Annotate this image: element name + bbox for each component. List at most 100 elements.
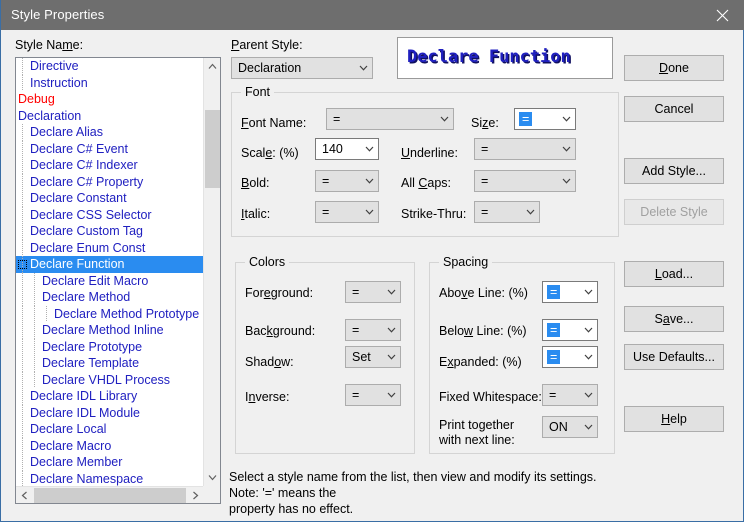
spacing-group-caption: Spacing bbox=[439, 255, 492, 269]
above-line-combo[interactable]: = bbox=[542, 281, 598, 303]
print-together-label-line2: with next line: bbox=[439, 433, 515, 447]
chevron-down-icon[interactable] bbox=[558, 146, 575, 152]
shadow-label: Shadow: bbox=[245, 355, 294, 369]
save-button[interactable]: Save... bbox=[624, 306, 724, 332]
tree-item[interactable]: Declare IDL Library bbox=[16, 388, 204, 405]
cancel-button[interactable]: Cancel bbox=[624, 96, 724, 122]
chevron-down-icon[interactable] bbox=[383, 289, 400, 295]
underline-combo[interactable]: = bbox=[474, 138, 576, 160]
tree-indent-guide bbox=[22, 454, 23, 471]
chevron-down-icon[interactable] bbox=[558, 178, 575, 184]
below-line-combo[interactable]: = bbox=[542, 319, 598, 341]
foreground-value: = bbox=[346, 285, 383, 299]
chevron-down-icon[interactable] bbox=[580, 327, 597, 333]
scroll-right-icon[interactable] bbox=[187, 487, 204, 504]
done-button[interactable]: Done bbox=[624, 55, 724, 81]
tree-item-label: Declare Local bbox=[30, 422, 106, 436]
chevron-down-icon[interactable] bbox=[580, 392, 597, 398]
below-line-label: Below Line: (%) bbox=[439, 324, 527, 338]
tree-indent-guide bbox=[22, 223, 23, 240]
tree-item[interactable]: Declare Constant bbox=[16, 190, 204, 207]
tree-item[interactable]: Declare Local bbox=[16, 421, 204, 438]
font-name-combo[interactable]: = bbox=[326, 108, 454, 130]
strike-thru-combo[interactable]: = bbox=[474, 201, 540, 223]
use-defaults-button[interactable]: Use Defaults... bbox=[624, 344, 724, 370]
tree-indent-guide bbox=[22, 405, 23, 422]
tree-item[interactable]: Declare Method Prototype bbox=[16, 306, 204, 323]
chevron-down-icon[interactable] bbox=[361, 146, 378, 152]
tree-item[interactable]: Declare VHDL Process bbox=[16, 372, 204, 389]
print-together-label-line1: Print together bbox=[439, 418, 514, 432]
print-together-combo[interactable]: ON bbox=[542, 416, 598, 438]
status-line-2: property has no effect. bbox=[229, 501, 619, 517]
scroll-down-icon[interactable] bbox=[204, 469, 221, 486]
chevron-down-icon[interactable] bbox=[522, 209, 539, 215]
delete-style-button[interactable]: Delete Style bbox=[624, 199, 724, 225]
background-combo[interactable]: = bbox=[345, 319, 401, 341]
list-vertical-scrollbar[interactable] bbox=[203, 58, 220, 486]
scale-combo[interactable]: 140 bbox=[315, 138, 379, 160]
tree-item[interactable]: Declare Macro bbox=[16, 438, 204, 455]
tree-item[interactable]: Declare Method bbox=[16, 289, 204, 306]
scroll-up-icon[interactable] bbox=[204, 58, 221, 75]
chevron-down-icon[interactable] bbox=[355, 65, 372, 71]
tree-item[interactable]: Declare Function bbox=[16, 256, 204, 273]
style-name-list[interactable]: DirectiveInstructionDebugDeclarationDecl… bbox=[15, 57, 221, 504]
fixed-whitespace-value: = bbox=[543, 388, 580, 402]
tree-item[interactable]: Declare Edit Macro bbox=[16, 273, 204, 290]
expanded-combo[interactable]: = bbox=[542, 346, 598, 368]
tree-item[interactable]: Declare Custom Tag bbox=[16, 223, 204, 240]
tree-item[interactable]: Declare Enum Const bbox=[16, 240, 204, 257]
tree-item[interactable]: Declare Method Inline bbox=[16, 322, 204, 339]
parent-style-combo[interactable]: Declaration bbox=[231, 57, 373, 79]
background-value: = bbox=[346, 323, 383, 337]
chevron-down-icon[interactable] bbox=[383, 327, 400, 333]
scroll-left-icon[interactable] bbox=[16, 487, 33, 504]
tree-item[interactable]: Instruction bbox=[16, 75, 204, 92]
strike-thru-value: = bbox=[475, 205, 522, 219]
horizontal-scroll-thumb[interactable] bbox=[34, 488, 186, 503]
chevron-down-icon[interactable] bbox=[383, 354, 400, 360]
shadow-combo[interactable]: Set bbox=[345, 346, 401, 368]
vertical-scroll-thumb[interactable] bbox=[205, 110, 221, 188]
close-icon[interactable] bbox=[699, 0, 744, 30]
tree-item-label: Declare Namespace bbox=[30, 472, 143, 486]
tree-item[interactable]: Declare C# Indexer bbox=[16, 157, 204, 174]
tree-item[interactable]: Declare Prototype bbox=[16, 339, 204, 356]
tree-item[interactable]: Declare IDL Module bbox=[16, 405, 204, 422]
tree-item[interactable]: Declare Member bbox=[16, 454, 204, 471]
chevron-down-icon[interactable] bbox=[436, 116, 453, 122]
title-bar: Style Properties bbox=[1, 0, 744, 30]
tree-item[interactable]: Declare Template bbox=[16, 355, 204, 372]
tree-item[interactable]: Declare C# Event bbox=[16, 141, 204, 158]
chevron-down-icon[interactable] bbox=[580, 289, 597, 295]
tree-item[interactable]: Declaration bbox=[16, 108, 204, 125]
load-button[interactable]: Load... bbox=[624, 261, 724, 287]
help-button[interactable]: Help bbox=[624, 406, 724, 432]
tree-item[interactable]: Debug bbox=[16, 91, 204, 108]
tree-item[interactable]: Directive bbox=[16, 58, 204, 75]
chevron-down-icon[interactable] bbox=[558, 116, 575, 122]
tree-item[interactable]: Declare CSS Selector bbox=[16, 207, 204, 224]
chevron-down-icon[interactable] bbox=[580, 354, 597, 360]
all-caps-combo[interactable]: = bbox=[474, 170, 576, 192]
tree-item[interactable]: Declare Namespace bbox=[16, 471, 204, 487]
add-style-button[interactable]: Add Style... bbox=[624, 158, 724, 184]
bold-combo[interactable]: = bbox=[315, 170, 379, 192]
tree-expander-icon[interactable] bbox=[18, 260, 27, 269]
chevron-down-icon[interactable] bbox=[580, 424, 597, 430]
style-name-tree-viewport[interactable]: DirectiveInstructionDebugDeclarationDecl… bbox=[16, 58, 204, 486]
tree-item[interactable]: Declare Alias bbox=[16, 124, 204, 141]
chevron-down-icon[interactable] bbox=[383, 392, 400, 398]
foreground-combo[interactable]: = bbox=[345, 281, 401, 303]
fixed-whitespace-combo[interactable]: = bbox=[542, 384, 598, 406]
list-horizontal-scrollbar[interactable] bbox=[16, 486, 204, 503]
tree-item-label: Declare Constant bbox=[30, 191, 127, 205]
size-combo[interactable]: = bbox=[514, 108, 576, 130]
chevron-down-icon[interactable] bbox=[361, 178, 378, 184]
chevron-down-icon[interactable] bbox=[361, 209, 378, 215]
inverse-combo[interactable]: = bbox=[345, 384, 401, 406]
help-button-label: Help bbox=[661, 412, 687, 426]
italic-combo[interactable]: = bbox=[315, 201, 379, 223]
tree-item[interactable]: Declare C# Property bbox=[16, 174, 204, 191]
